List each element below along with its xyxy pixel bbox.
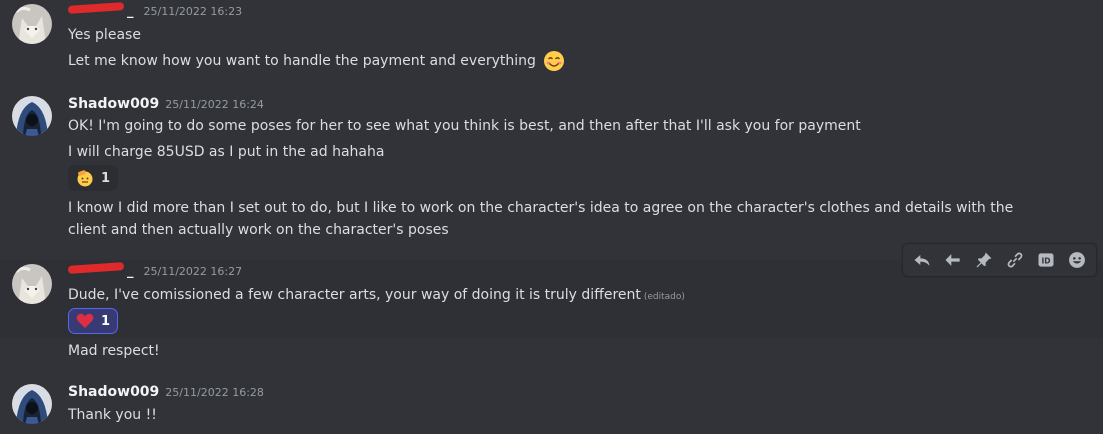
message-text: Yes please — [68, 27, 141, 43]
saluting-face-emoji-icon — [77, 170, 93, 187]
username[interactable]: _ — [127, 4, 134, 19]
avatar[interactable] — [12, 4, 52, 44]
smiling-face-emoji-icon — [544, 51, 565, 71]
reaction-count: 1 — [101, 170, 111, 186]
fox-avatar-icon — [12, 4, 52, 44]
message-text: Mad respect! — [68, 343, 160, 359]
message-action-toolbar: ID — [902, 243, 1097, 277]
hooded-figure-avatar-icon — [12, 96, 52, 136]
avatar[interactable] — [12, 96, 52, 136]
reaction-saluting[interactable]: 1 — [68, 165, 119, 191]
message-header: Shadow009 25/11/2022 16:28 — [68, 384, 264, 404]
message-group: Shadow009 25/11/2022 16:24 OK! I'm going… — [0, 86, 1103, 250]
reaction-heart[interactable]: 1 — [68, 308, 119, 334]
message-text: I will charge 85USD as I put in the ad h… — [68, 144, 385, 160]
avatar[interactable] — [12, 264, 52, 304]
forward-icon[interactable] — [940, 247, 966, 273]
reaction-count: 1 — [101, 313, 111, 329]
svg-text:ID: ID — [1041, 256, 1050, 265]
timestamp[interactable]: 25/11/2022 16:28 — [165, 386, 264, 399]
redaction-mark — [67, 262, 125, 274]
fox-avatar-icon — [12, 264, 52, 304]
message-header: _ 25/11/2022 16:27 — [67, 262, 243, 284]
add-reaction-icon[interactable] — [1064, 247, 1090, 273]
timestamp[interactable]: 25/11/2022 16:23 — [144, 5, 243, 18]
message-text-row: Let me know how you want to handle the p… — [68, 50, 1063, 72]
timestamp[interactable]: 25/11/2022 16:24 — [165, 98, 264, 111]
avatar[interactable] — [12, 384, 52, 424]
redaction-mark — [67, 2, 125, 14]
heart-emoji-icon — [76, 313, 94, 328]
reply-icon[interactable] — [909, 247, 935, 273]
message-text: Dude, I've comissioned a few character a… — [68, 287, 641, 303]
message-text: OK! I'm going to do some poses for her t… — [68, 118, 861, 134]
timestamp[interactable]: 25/11/2022 16:27 — [144, 265, 243, 278]
edited-label: (editado) — [643, 292, 685, 302]
message-header: Shadow009 25/11/2022 16:24 — [68, 96, 264, 116]
hooded-figure-avatar-icon — [12, 384, 52, 424]
username[interactable]: Shadow009 — [68, 96, 159, 112]
pin-icon[interactable] — [971, 247, 997, 273]
username[interactable]: Shadow009 — [68, 384, 159, 400]
message-text: Thank you !! — [68, 407, 157, 423]
message-group: _ 25/11/2022 16:23 Yes please Let me kno… — [0, 0, 1103, 86]
copy-id-icon[interactable]: ID — [1033, 247, 1059, 273]
link-icon[interactable] — [1002, 247, 1028, 273]
message-text: I know I did more than I set out to do, … — [68, 200, 1014, 238]
username[interactable]: _ — [127, 264, 134, 279]
message-text: Let me know how you want to handle the p… — [68, 53, 536, 69]
message-text-row: Dude, I've comissioned a few character a… — [68, 284, 1063, 308]
message-group: Shadow009 25/11/2022 16:28 Thank you !! — [0, 376, 1103, 434]
message-header: _ 25/11/2022 16:23 — [67, 2, 243, 24]
